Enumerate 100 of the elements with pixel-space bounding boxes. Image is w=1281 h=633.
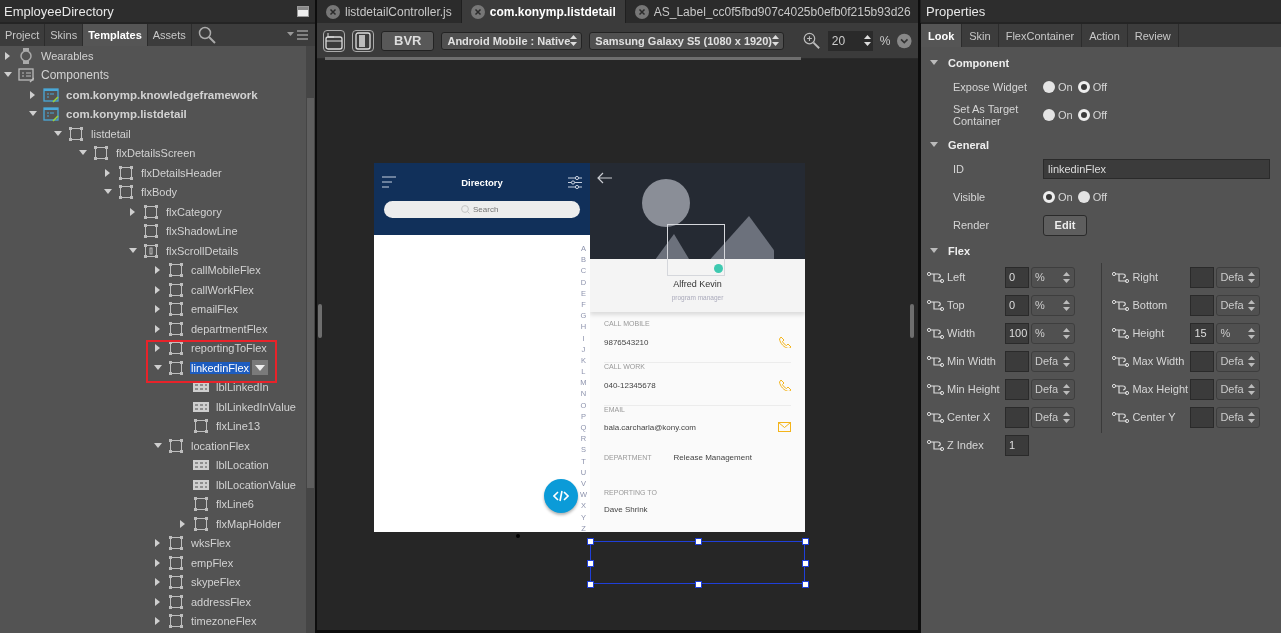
chevron-button-icon[interactable] bbox=[897, 31, 912, 50]
tree-item[interactable]: locationFlex bbox=[190, 439, 251, 452]
tree-item[interactable]: Wearables bbox=[40, 49, 95, 62]
splitter-handle[interactable] bbox=[318, 304, 322, 338]
device-dropdown[interactable]: Samsung Galaxy S5 (1080 x 1920) bbox=[589, 31, 784, 50]
tree-item[interactable]: linkedinFlex bbox=[190, 361, 251, 374]
tree-item[interactable]: com.konymp.knowledgeframework bbox=[65, 88, 259, 101]
properties-tab[interactable]: Skin bbox=[962, 24, 999, 47]
unit-dropdown[interactable]: % bbox=[1216, 322, 1261, 344]
properties-tab[interactable]: Review bbox=[1127, 24, 1179, 47]
code-fab-button[interactable] bbox=[544, 479, 578, 513]
tree-item[interactable]: Components bbox=[40, 68, 111, 83]
pin-link-icon[interactable] bbox=[1112, 271, 1130, 283]
value-field[interactable] bbox=[1190, 378, 1215, 400]
menu-icon[interactable] bbox=[287, 30, 309, 40]
value-field[interactable]: 0 bbox=[1005, 294, 1029, 316]
value-field[interactable] bbox=[1190, 294, 1215, 316]
tree-item[interactable]: empFlex bbox=[190, 556, 235, 569]
radio-button[interactable] bbox=[1077, 109, 1090, 121]
dropdown-button[interactable] bbox=[252, 360, 269, 376]
search-input[interactable]: Search bbox=[473, 205, 503, 214]
radio-button[interactable] bbox=[1043, 81, 1055, 93]
pin-link-icon[interactable] bbox=[927, 327, 944, 339]
tree-item[interactable]: lblLocationValue bbox=[215, 478, 297, 491]
tree-item[interactable]: flxDetailsHeader bbox=[140, 166, 223, 179]
tree-item[interactable]: wksFlex bbox=[190, 537, 232, 550]
tree-item[interactable]: emailFlex bbox=[190, 303, 240, 316]
panel-tab[interactable]: Assets bbox=[147, 24, 192, 46]
value-field[interactable]: 100 bbox=[1005, 322, 1029, 344]
tree-item[interactable]: skypeFlex bbox=[190, 576, 242, 589]
unit-dropdown[interactable]: Defa bbox=[1216, 294, 1261, 316]
close-icon[interactable] bbox=[470, 4, 485, 19]
layout-toggle-button[interactable] bbox=[323, 29, 345, 52]
device-view-button[interactable] bbox=[352, 29, 374, 52]
unit-dropdown[interactable]: % bbox=[1031, 322, 1075, 344]
panel-tab[interactable]: Templates bbox=[83, 24, 148, 46]
radio-button[interactable] bbox=[1043, 191, 1055, 203]
zoom-field[interactable]: 20 bbox=[827, 30, 873, 51]
unit-dropdown[interactable]: Defa bbox=[1216, 350, 1261, 372]
unit-dropdown[interactable]: Defa bbox=[1216, 406, 1261, 428]
tree-item[interactable]: flxLine13 bbox=[215, 420, 262, 433]
tree-item[interactable]: reportingToFlex bbox=[190, 342, 268, 355]
tree-item[interactable]: lblLinkedIn bbox=[215, 381, 270, 394]
pin-link-icon[interactable] bbox=[927, 383, 944, 395]
value-field[interactable] bbox=[1190, 406, 1215, 428]
hamburger-menu-icon[interactable] bbox=[382, 176, 396, 188]
value-field[interactable] bbox=[1190, 350, 1215, 372]
radio-button[interactable] bbox=[1043, 109, 1055, 121]
pin-link-icon[interactable] bbox=[927, 271, 944, 283]
tree-item[interactable]: flxBody bbox=[140, 186, 179, 199]
close-icon[interactable] bbox=[634, 4, 649, 19]
unit-dropdown[interactable]: Defa bbox=[1216, 266, 1261, 288]
tree-item[interactable]: flxScrollDetails bbox=[165, 244, 240, 257]
value-field[interactable] bbox=[1005, 406, 1029, 428]
tree-item[interactable]: com.konymp.listdetail bbox=[65, 108, 188, 121]
splitter-handle[interactable] bbox=[910, 304, 914, 338]
back-arrow-icon[interactable] bbox=[597, 172, 613, 184]
tree-item[interactable]: flxDetailsScreen bbox=[115, 147, 197, 160]
pin-link-icon[interactable] bbox=[1112, 299, 1130, 311]
bvr-button[interactable]: BVR bbox=[381, 30, 435, 51]
tree-item[interactable]: callMobileFlex bbox=[190, 264, 262, 277]
value-field[interactable]: 0 bbox=[1005, 266, 1029, 288]
unit-dropdown[interactable]: Defa bbox=[1031, 406, 1075, 428]
tree-item[interactable]: addressFlex bbox=[190, 595, 252, 608]
unit-dropdown[interactable]: Defa bbox=[1031, 350, 1075, 372]
scrollbar[interactable] bbox=[306, 46, 315, 633]
pin-link-icon[interactable] bbox=[927, 411, 944, 423]
value-field[interactable]: 15 bbox=[1190, 322, 1215, 344]
tree-item[interactable]: departmentFlex bbox=[190, 322, 269, 335]
tree-item[interactable]: listdetail bbox=[90, 127, 132, 140]
radio-button[interactable] bbox=[1077, 81, 1090, 93]
panel-tab[interactable]: Project bbox=[0, 24, 46, 46]
search-field[interactable]: Search bbox=[384, 201, 580, 218]
radio-button[interactable] bbox=[1077, 191, 1090, 203]
pin-link-icon[interactable] bbox=[927, 299, 944, 311]
tree-item[interactable]: timezoneFlex bbox=[190, 615, 258, 628]
unit-dropdown[interactable]: Defa bbox=[1216, 378, 1261, 400]
pin-link-icon[interactable] bbox=[927, 355, 944, 367]
unit-dropdown[interactable]: Defa bbox=[1031, 378, 1075, 400]
close-icon[interactable] bbox=[326, 4, 340, 19]
pin-link-icon[interactable] bbox=[1112, 355, 1130, 367]
editor-tab[interactable]: com.konymp.listdetail bbox=[461, 0, 626, 23]
unit-dropdown[interactable]: % bbox=[1031, 266, 1075, 288]
value-field[interactable] bbox=[1005, 378, 1029, 400]
edit-button[interactable]: Edit bbox=[1043, 214, 1087, 236]
scrollbar[interactable] bbox=[325, 57, 801, 60]
value-field[interactable]: 1 bbox=[1005, 434, 1029, 456]
tree-item[interactable]: flxCategory bbox=[165, 205, 223, 218]
properties-tab[interactable]: Action bbox=[1082, 24, 1128, 47]
tree-item[interactable]: flxMapHolder bbox=[215, 517, 282, 530]
search-icon[interactable] bbox=[197, 26, 216, 44]
tree-item[interactable]: flxShadowLine bbox=[165, 225, 239, 238]
minimize-icon[interactable] bbox=[297, 5, 309, 17]
pin-link-icon[interactable] bbox=[1112, 383, 1130, 395]
pin-link-icon[interactable] bbox=[1112, 411, 1130, 423]
value-field[interactable] bbox=[1190, 266, 1215, 288]
properties-tab[interactable]: Look bbox=[921, 24, 963, 47]
id-field[interactable]: linkedinFlex bbox=[1043, 159, 1270, 179]
tree-item[interactable]: callWorkFlex bbox=[190, 283, 255, 296]
tree-item[interactable]: lblLinkedInValue bbox=[215, 400, 297, 413]
